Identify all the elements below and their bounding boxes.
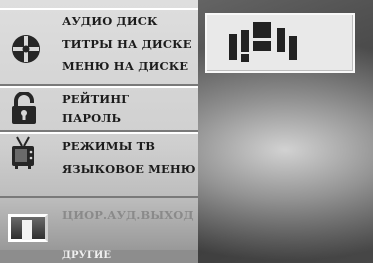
speaker-layout-icon <box>229 22 297 62</box>
audio-output-icon <box>22 220 32 240</box>
menu-item-other[interactable]: ДРУГИЕ <box>62 250 111 261</box>
other-settings-group[interactable]: ДРУГИЕ <box>0 250 198 263</box>
selected-tab-highlight <box>8 214 48 242</box>
dvd-setup-screen: АУДИО ДИСК ТИТРЫ НА ДИСКЕ МЕНЮ НА ДИСКЕ … <box>0 0 373 263</box>
tv-icon <box>12 136 34 169</box>
audio-output-group[interactable]: ЦИОР.АУД.ВЫХОД <box>0 198 198 250</box>
setup-menu-panel: АУДИО ДИСК ТИТРЫ НА ДИСКЕ МЕНЮ НА ДИСКЕ … <box>0 0 198 263</box>
rating-settings-group[interactable]: РЕЙТИНГ ПАРОЛЬ <box>0 86 198 132</box>
menu-item-rating[interactable]: РЕЙТИНГ <box>62 92 129 106</box>
menu-item-digital-audio-out[interactable]: ЦИОР.АУД.ВЫХОД <box>62 208 194 222</box>
disc-settings-group[interactable]: АУДИО ДИСК ТИТРЫ НА ДИСКЕ МЕНЮ НА ДИСКЕ <box>0 8 198 86</box>
preview-box <box>205 13 355 73</box>
menu-item-language-menu[interactable]: ЯЗЫКОВОЕ МЕНЮ <box>62 162 196 176</box>
menu-item-disc-subtitles[interactable]: ТИТРЫ НА ДИСКЕ <box>62 37 192 51</box>
menu-item-disc-menu[interactable]: МЕНЮ НА ДИСКЕ <box>62 59 188 73</box>
lock-icon <box>12 92 36 124</box>
disc-icon <box>12 35 40 63</box>
tv-settings-group[interactable]: РЕЖИМЫ ТВ ЯЗЫКОВОЕ МЕНЮ <box>0 132 198 198</box>
menu-item-audio-disc[interactable]: АУДИО ДИСК <box>62 14 158 28</box>
menu-item-password[interactable]: ПАРОЛЬ <box>62 111 121 125</box>
menu-item-tv-modes[interactable]: РЕЖИМЫ ТВ <box>62 139 155 153</box>
